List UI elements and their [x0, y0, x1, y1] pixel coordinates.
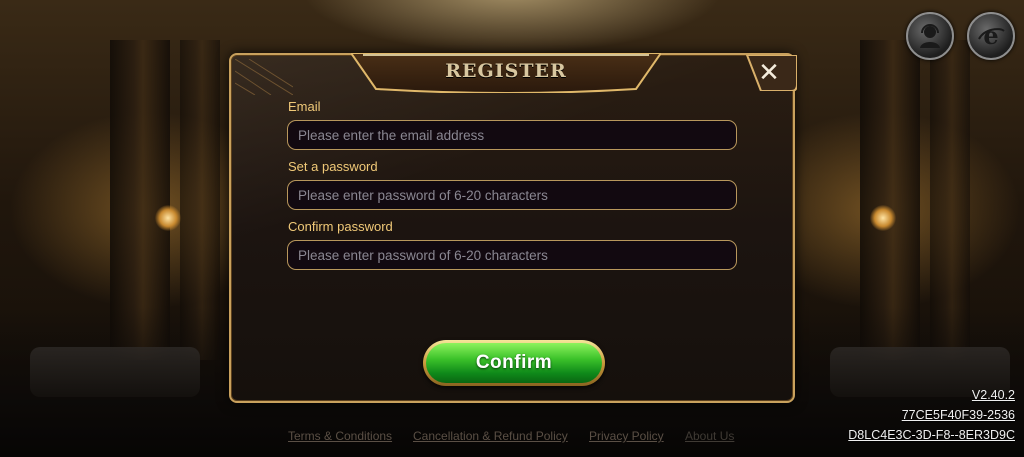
terms-link[interactable]: Terms & Conditions: [288, 429, 392, 443]
about-us-link[interactable]: About Us: [685, 429, 734, 443]
refund-policy-link[interactable]: Cancellation & Refund Policy: [413, 429, 568, 443]
close-icon: ✕: [758, 58, 780, 88]
email-field[interactable]: [287, 120, 737, 150]
title-plate: REGISTER: [351, 53, 661, 93]
set-password-label: Set a password: [288, 159, 378, 174]
headset-person-icon: [920, 24, 940, 48]
customer-service-icon[interactable]: [906, 12, 954, 60]
dialog-title: REGISTER: [445, 60, 567, 82]
password-field[interactable]: [287, 180, 737, 210]
close-button[interactable]: ✕: [741, 55, 797, 91]
confirm-password-field[interactable]: [287, 240, 737, 270]
register-dialog: REGISTER ✕ Email Set a password Confirm …: [229, 53, 797, 403]
confirm-password-label: Confirm password: [288, 219, 393, 234]
confirm-button-label: Confirm: [426, 343, 602, 383]
device-code-1: 77CE5F40F39-2536: [901, 408, 1015, 422]
browser-e-icon[interactable]: e: [967, 12, 1015, 60]
e-logo-icon: e: [978, 21, 1005, 50]
version-label: V2.40.2: [971, 388, 1015, 402]
wall-lamp: [870, 205, 896, 231]
background-table: [30, 347, 200, 397]
confirm-button[interactable]: Confirm: [423, 340, 605, 386]
email-label: Email: [288, 99, 321, 114]
svg-text:e: e: [983, 21, 998, 50]
privacy-policy-link[interactable]: Privacy Policy: [589, 429, 664, 443]
device-code-2: D8LC4E3C-3D-F8--8ER3D9C: [848, 428, 1015, 442]
corner-decoration-icon: [235, 59, 293, 95]
wall-lamp: [155, 205, 181, 231]
